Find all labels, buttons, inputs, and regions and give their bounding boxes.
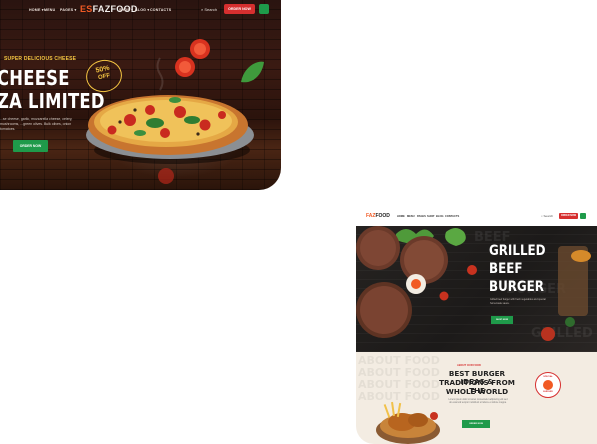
search-button[interactable]: ⌕ Search [201,7,217,12]
pizza-hero-card: HOME ▾ MENU PAGES ▾ ESFAZFOOD SHOP ▾ BLO… [0,0,281,190]
search-icon: ⌕ [201,7,204,12]
hero-title-line1: GRILLED [489,243,546,259]
about-food-section: ABOUT FOOD ABOUT FOOD ABOUT FOOD ABOUT F… [356,352,597,444]
hero-title-line2: ZA LIMITED [0,89,105,113]
stamp-top-text: SPECIAL [543,376,553,378]
order-now-button[interactable]: ORDER NOW [224,4,255,14]
burger-page-card: FAZFOOD HOME MENU PAGES SHOP BLOG CONTAC… [356,207,597,444]
logo-suffix: FOOD [375,213,390,219]
top-nav: HOME ▾ MENU PAGES ▾ ESFAZFOOD SHOP ▾ BLO… [0,0,281,18]
hero-title-line3: BURGER [489,279,544,295]
hero-shop-button[interactable]: SHOP NOW [491,316,513,324]
cart-icon[interactable] [259,4,269,14]
nav-item-blog[interactable]: BLOG [436,215,444,218]
site-logo[interactable]: FAZFOOD [366,213,390,219]
section-order-button[interactable]: ORDER NOW [462,420,490,428]
burger-hero: BEEF BURGER GRILLED GRILLED BEEF BURGER … [356,226,597,352]
burger-scene [356,226,591,341]
stamp-bottom-text: BURGER [543,391,553,393]
nav-item-blog[interactable]: BLOG ▾ [135,8,149,12]
hero-eyebrow: SUPER DELICIOUS CHEESE [4,56,77,62]
search-label: Search [204,7,218,12]
nav-item-shop[interactable]: SHOP [427,215,434,218]
special-burger-stamp: SPECIAL BURGER [535,372,561,398]
search-button[interactable]: ⌕ Search [541,214,553,218]
section-tag: ABOUT OUR FOOD [457,364,481,367]
section-description: Lorem ipsum dolor sit amet consectetur a… [448,399,508,405]
nav-item-contacts[interactable]: CONTACTS [445,215,459,218]
basil-leaf-icon [241,61,264,83]
nav-item-pages[interactable]: PAGES ▾ [60,8,77,12]
nav-item-contacts[interactable]: CONTACTS [150,8,171,12]
nav-item-shop[interactable]: SHOP ▾ [119,8,133,12]
nav-item-pages[interactable]: PAGES [417,215,426,218]
nav-item-menu[interactable]: MENU [407,215,415,218]
cart-icon[interactable] [580,213,586,219]
nav-item-menu[interactable]: MENU [44,8,55,12]
search-label: Search [543,214,554,218]
search-icon: ⌕ [541,214,543,218]
logo-prefix: ES [80,4,93,14]
hero-description: ...se cheese, garlic, mozzarella cheese,… [0,117,73,131]
hero-description: Grilled beef burger with fresh vegetable… [490,298,546,305]
section-title-line3: WHOLE WORLD [445,387,509,396]
hero-title-line1: CHEESE [0,66,70,90]
hero-order-button[interactable]: ORDER NOW [13,140,48,152]
hero-title-line2: BEEF [489,261,523,277]
nav-item-home[interactable]: HOME ▾ [29,8,44,12]
top-nav: FAZFOOD HOME MENU PAGES SHOP BLOG CONTAC… [356,207,597,226]
fried-chicken-plate [376,401,440,444]
order-now-button[interactable]: ORDER NOW [559,213,578,219]
nav-item-home[interactable]: HOME [397,215,405,218]
burger-icon [543,380,553,390]
